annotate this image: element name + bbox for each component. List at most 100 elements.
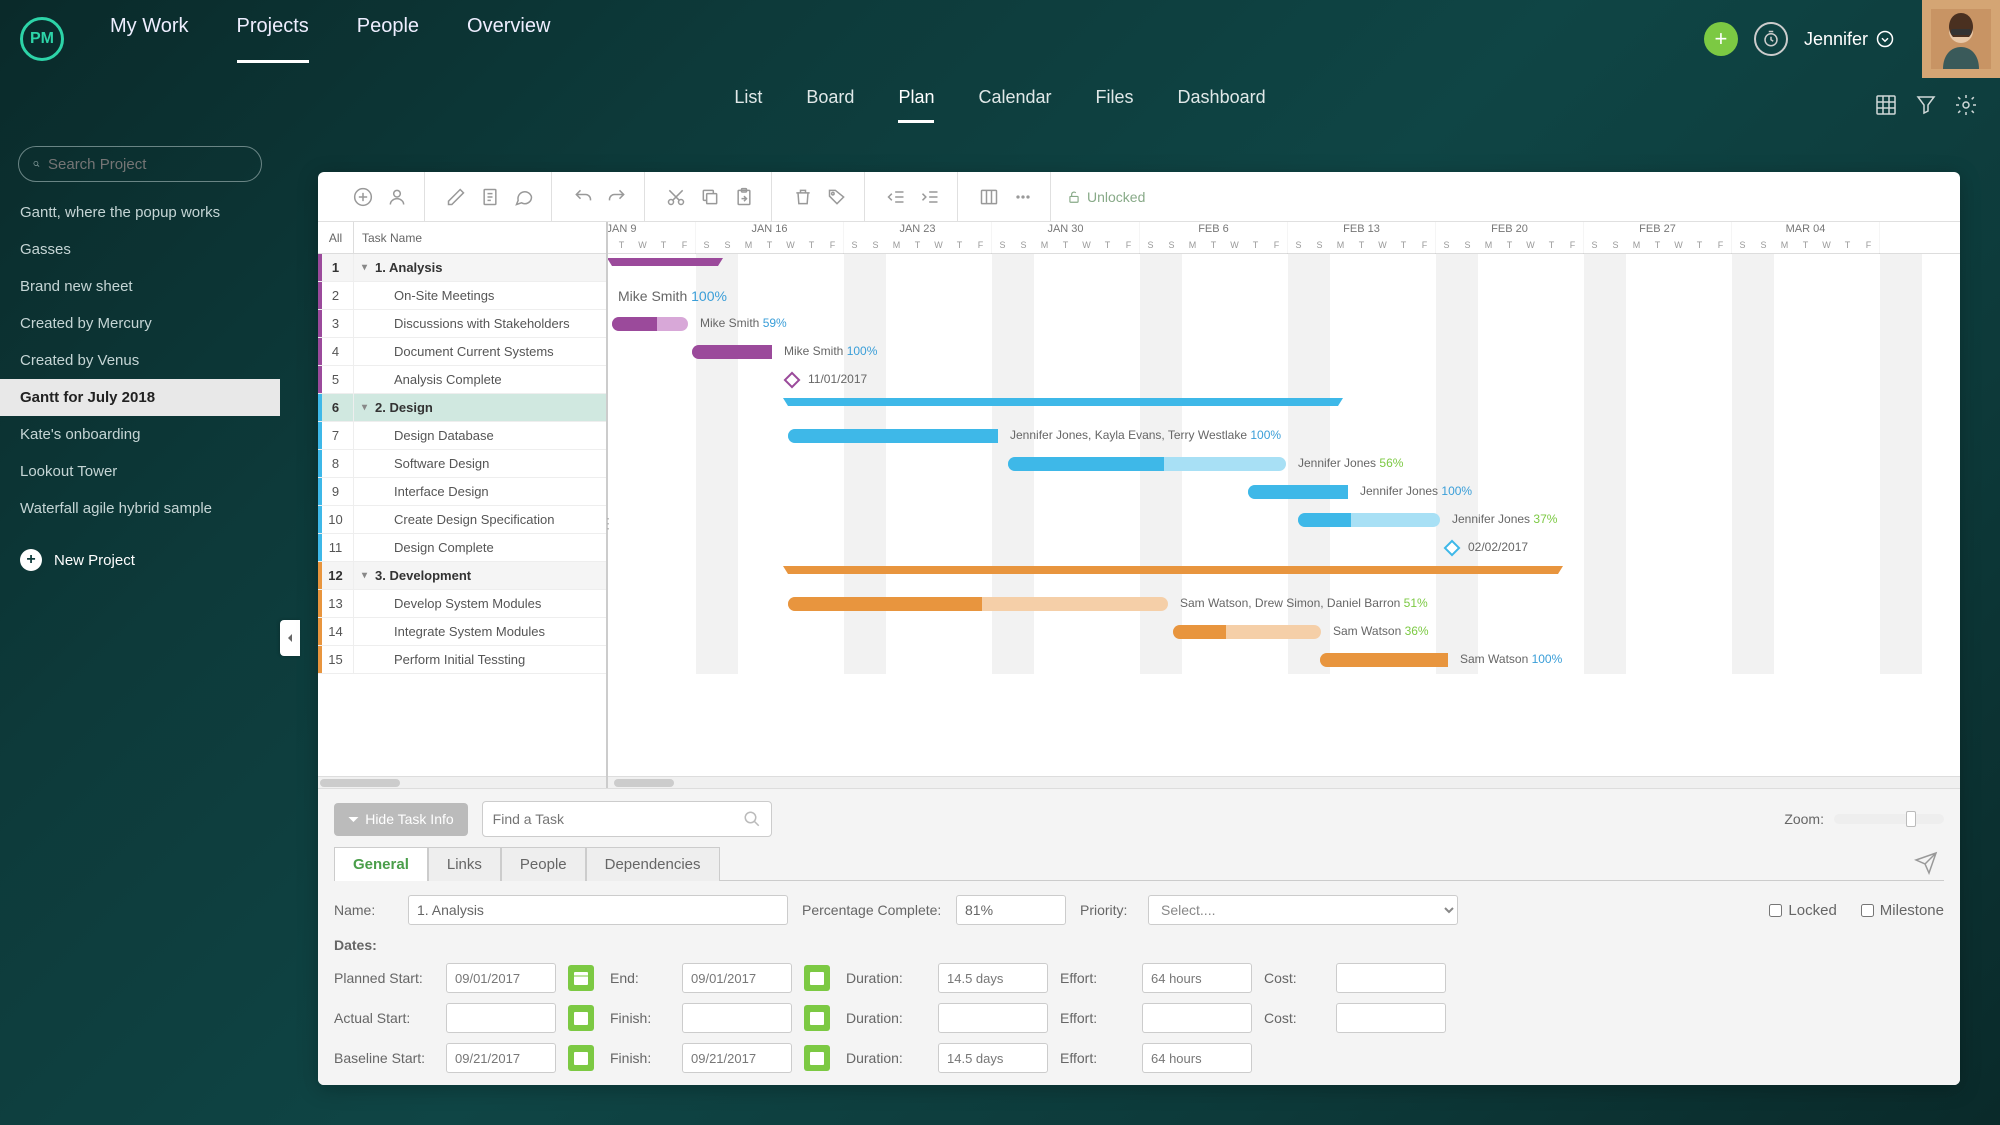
lock-status[interactable]: Unlocked (1067, 189, 1145, 205)
comment-icon[interactable] (509, 182, 539, 212)
subtab-board[interactable]: Board (806, 87, 854, 123)
gantt-timeline[interactable]: JAN 9SSMTWTFJAN 16SSMTWTFJAN 23SSMTWTFJA… (608, 222, 1960, 788)
select-all-header[interactable]: All (318, 222, 354, 253)
actual-cost-input[interactable] (1336, 1003, 1446, 1033)
subtab-calendar[interactable]: Calendar (978, 87, 1051, 123)
topnav-overview[interactable]: Overview (467, 15, 550, 63)
task-name-input[interactable] (408, 895, 788, 925)
planned-cost-input[interactable] (1336, 963, 1446, 993)
baseline-effort-input[interactable] (1142, 1043, 1252, 1073)
calendar-icon[interactable] (568, 1045, 594, 1071)
indent-icon[interactable] (915, 182, 945, 212)
gantt-row[interactable]: 62. Design (318, 394, 606, 422)
planned-start-input[interactable] (446, 963, 556, 993)
redo-icon[interactable] (602, 182, 632, 212)
assign-user-icon[interactable] (382, 182, 412, 212)
hide-task-info-button[interactable]: ⏷Hide Task Info (334, 803, 468, 836)
gantt-row[interactable]: 7Design Database (318, 422, 606, 450)
outdent-icon[interactable] (881, 182, 911, 212)
detail-tab-general[interactable]: General (334, 847, 428, 881)
project-item[interactable]: Lookout Tower (0, 453, 280, 490)
search-icon (743, 810, 761, 828)
detail-tab-dependencies[interactable]: Dependencies (586, 847, 720, 881)
add-button[interactable]: + (1704, 22, 1738, 56)
subtab-files[interactable]: Files (1096, 87, 1134, 123)
detail-tab-links[interactable]: Links (428, 847, 501, 881)
subtab-plan[interactable]: Plan (898, 87, 934, 123)
priority-select[interactable]: Select.... (1148, 895, 1458, 925)
timer-button[interactable] (1754, 22, 1788, 56)
filter-icon[interactable] (1914, 93, 1938, 117)
calendar-icon[interactable] (804, 965, 830, 991)
gantt-toolbar: Unlocked (318, 172, 1960, 222)
cut-icon[interactable] (661, 182, 691, 212)
avatar[interactable] (1922, 0, 2000, 78)
user-menu[interactable]: Jennifer (1804, 29, 1894, 50)
pct-complete-input[interactable] (956, 895, 1066, 925)
project-item[interactable]: Gantt for July 2018 (0, 379, 280, 416)
project-item[interactable]: Created by Mercury (0, 305, 280, 342)
add-task-icon[interactable] (348, 182, 378, 212)
gantt-row[interactable]: 9Interface Design (318, 478, 606, 506)
zoom-slider[interactable] (1834, 814, 1944, 824)
gantt-row[interactable]: 10Create Design Specification (318, 506, 606, 534)
planned-duration-input[interactable] (938, 963, 1048, 993)
project-item[interactable]: Gasses (0, 231, 280, 268)
gantt-row[interactable]: 15Perform Initial Tessting (318, 646, 606, 674)
topnav-people[interactable]: People (357, 15, 419, 63)
gantt-row[interactable]: 11. Analysis (318, 254, 606, 282)
find-task-input[interactable] (493, 811, 735, 827)
project-item[interactable]: Created by Venus (0, 342, 280, 379)
delete-icon[interactable] (788, 182, 818, 212)
actual-finish-input[interactable] (682, 1003, 792, 1033)
more-icon[interactable] (1008, 182, 1038, 212)
planned-end-input[interactable] (682, 963, 792, 993)
planned-effort-input[interactable] (1142, 963, 1252, 993)
copy-icon[interactable] (695, 182, 725, 212)
calendar-icon[interactable] (568, 965, 594, 991)
baseline-start-input[interactable] (446, 1043, 556, 1073)
find-task-box[interactable] (482, 801, 772, 837)
detail-tab-people[interactable]: People (501, 847, 586, 881)
topnav-projects[interactable]: Projects (237, 15, 309, 63)
undo-icon[interactable] (568, 182, 598, 212)
columns-icon[interactable] (974, 182, 1004, 212)
actual-start-input[interactable] (446, 1003, 556, 1033)
search-project-box[interactable] (18, 146, 262, 182)
project-item[interactable]: Gantt, where the popup works (0, 194, 280, 231)
gantt-row[interactable]: 5Analysis Complete (318, 366, 606, 394)
baseline-duration-input[interactable] (938, 1043, 1048, 1073)
calendar-icon[interactable] (568, 1005, 594, 1031)
calendar-icon[interactable] (804, 1005, 830, 1031)
tag-icon[interactable] (822, 182, 852, 212)
new-project-button[interactable]: + New Project (0, 537, 280, 583)
subtab-list[interactable]: List (734, 87, 762, 123)
project-item[interactable]: Kate's onboarding (0, 416, 280, 453)
gantt-row[interactable]: 3Discussions with Stakeholders (318, 310, 606, 338)
gantt-row[interactable]: 8Software Design (318, 450, 606, 478)
gantt-row[interactable]: 2On-Site Meetings (318, 282, 606, 310)
locked-checkbox[interactable]: Locked (1769, 902, 1836, 919)
edit-icon[interactable] (441, 182, 471, 212)
gantt-row[interactable]: 4Document Current Systems (318, 338, 606, 366)
project-item[interactable]: Brand new sheet (0, 268, 280, 305)
subtab-dashboard[interactable]: Dashboard (1178, 87, 1266, 123)
project-item[interactable]: Waterfall agile hybrid sample (0, 490, 280, 527)
settings-icon[interactable] (1954, 93, 1978, 117)
notes-icon[interactable] (475, 182, 505, 212)
gantt-row[interactable]: 11Design Complete (318, 534, 606, 562)
actual-duration-input[interactable] (938, 1003, 1048, 1033)
grid-view-icon[interactable] (1874, 93, 1898, 117)
milestone-checkbox[interactable]: Milestone (1861, 902, 1944, 919)
baseline-finish-input[interactable] (682, 1043, 792, 1073)
send-icon[interactable] (1914, 851, 1938, 880)
actual-effort-input[interactable] (1142, 1003, 1252, 1033)
calendar-icon[interactable] (804, 1045, 830, 1071)
sidebar-collapse-handle[interactable] (280, 620, 300, 656)
search-project-input[interactable] (48, 156, 247, 173)
gantt-row[interactable]: 123. Development (318, 562, 606, 590)
paste-icon[interactable] (729, 182, 759, 212)
topnav-my-work[interactable]: My Work (110, 15, 189, 63)
gantt-row[interactable]: 14Integrate System Modules (318, 618, 606, 646)
gantt-row[interactable]: 13Develop System Modules (318, 590, 606, 618)
